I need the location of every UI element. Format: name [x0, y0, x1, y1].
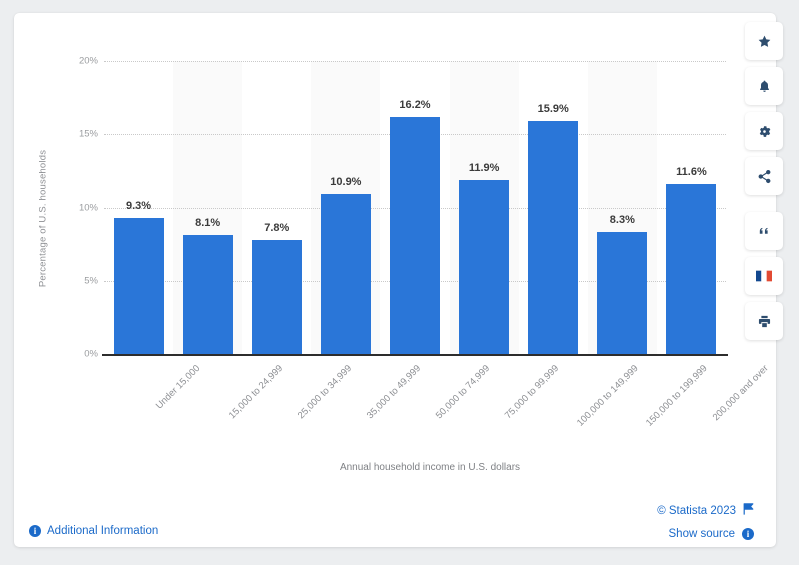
favorite-button[interactable] [745, 22, 783, 60]
y-axis-tick-label: 5% [84, 275, 98, 287]
bar[interactable] [390, 116, 440, 354]
bar-value-label: 15.9% [537, 103, 569, 116]
gridline [104, 61, 726, 62]
bar-value-label: 11.9% [468, 161, 500, 174]
y-axis-tick-label: 0% [84, 348, 98, 360]
settings-gear-icon [757, 124, 772, 139]
citation-quote-icon [757, 224, 772, 239]
x-axis-tick-label: 25,000 to 34,999 [295, 363, 354, 422]
bar[interactable] [182, 235, 233, 354]
x-axis-tick-label: 200,000 and over [711, 363, 772, 424]
share-icon [757, 169, 772, 184]
bar[interactable] [459, 179, 510, 354]
bar[interactable] [528, 121, 579, 354]
info-icon: i [742, 528, 754, 540]
y-axis-tick-label: 15% [78, 128, 98, 140]
flag-icon [743, 503, 754, 518]
x-axis-line [102, 354, 728, 356]
settings-button[interactable] [745, 112, 783, 150]
bar-chart: Percentage of U.S. households 20% 15% 10% 5… [14, 13, 776, 483]
favorite-icon [757, 34, 772, 49]
y-axis-tick-label: 20% [78, 55, 98, 67]
notification-button[interactable] [745, 67, 783, 105]
copyright-notice: © Statista 2023 [657, 503, 754, 518]
bar-value-label: 7.8% [264, 221, 290, 234]
show-source-label: Show source [668, 528, 735, 540]
bar[interactable] [597, 232, 648, 354]
x-axis-tick-label: 35,000 to 49,999 [364, 363, 423, 422]
share-button[interactable] [745, 157, 783, 195]
citation-button[interactable] [745, 212, 783, 250]
print-icon [757, 314, 772, 329]
french-flag-icon [756, 270, 772, 282]
bar[interactable] [251, 239, 302, 354]
y-axis-ticks: 20% 15% 10% 5% 0% [52, 13, 98, 483]
show-source-link[interactable]: Show source i [669, 528, 754, 540]
bar[interactable] [666, 184, 717, 354]
x-axis-title-text: Annual household income in U.S. dollars [339, 462, 521, 473]
copyright-label: © Statista 2023 [657, 504, 736, 517]
x-axis-tick-label: 100,000 to 149,999 [575, 363, 641, 429]
x-axis-tick-label: 150,000 to 199,999 [644, 363, 710, 429]
bar-value-label: 10.9% [330, 176, 362, 189]
bar-value-label: 9.3% [126, 199, 152, 212]
additional-information-link[interactable]: i Additional Information [29, 525, 158, 537]
chart-card: Percentage of U.S. households 20% 15% 10% 5… [14, 13, 776, 547]
bar-value-label: 11.6% [676, 166, 707, 179]
x-axis-tick-label: 50,000 to 74,999 [433, 363, 493, 422]
bar[interactable] [320, 194, 371, 354]
x-axis-title: Annual household income in U.S. dollars [14, 462, 776, 473]
bar-value-label: 16.2% [399, 98, 431, 111]
plot-area: 9.3% 8.1% 7.8% 10.9% 16.2% 11.9% 15.9% 8.3% 11.6… [104, 61, 726, 354]
bar[interactable] [113, 217, 164, 354]
chart-footer: i Additional Information © Statista 2023… [14, 483, 776, 547]
notification-bell-icon [757, 79, 772, 94]
info-icon: i [29, 525, 41, 537]
y-axis-title: Percentage of U.S. households [37, 149, 49, 288]
bar-value-label: 8.1% [195, 217, 221, 230]
x-axis-tick-label: 75,000 to 99,999 [503, 363, 562, 422]
print-button[interactable] [745, 302, 783, 340]
x-axis-tick-label: Under 15,000 [153, 363, 202, 412]
french-version-button[interactable] [745, 257, 783, 295]
side-toolbar [745, 22, 783, 347]
additional-information-label: Additional Information [47, 525, 159, 537]
y-axis-tick-label: 10% [78, 202, 98, 213]
bar-value-label: 8.3% [609, 214, 635, 227]
x-axis-tick-label: 15,000 to 24,999 [226, 363, 285, 422]
